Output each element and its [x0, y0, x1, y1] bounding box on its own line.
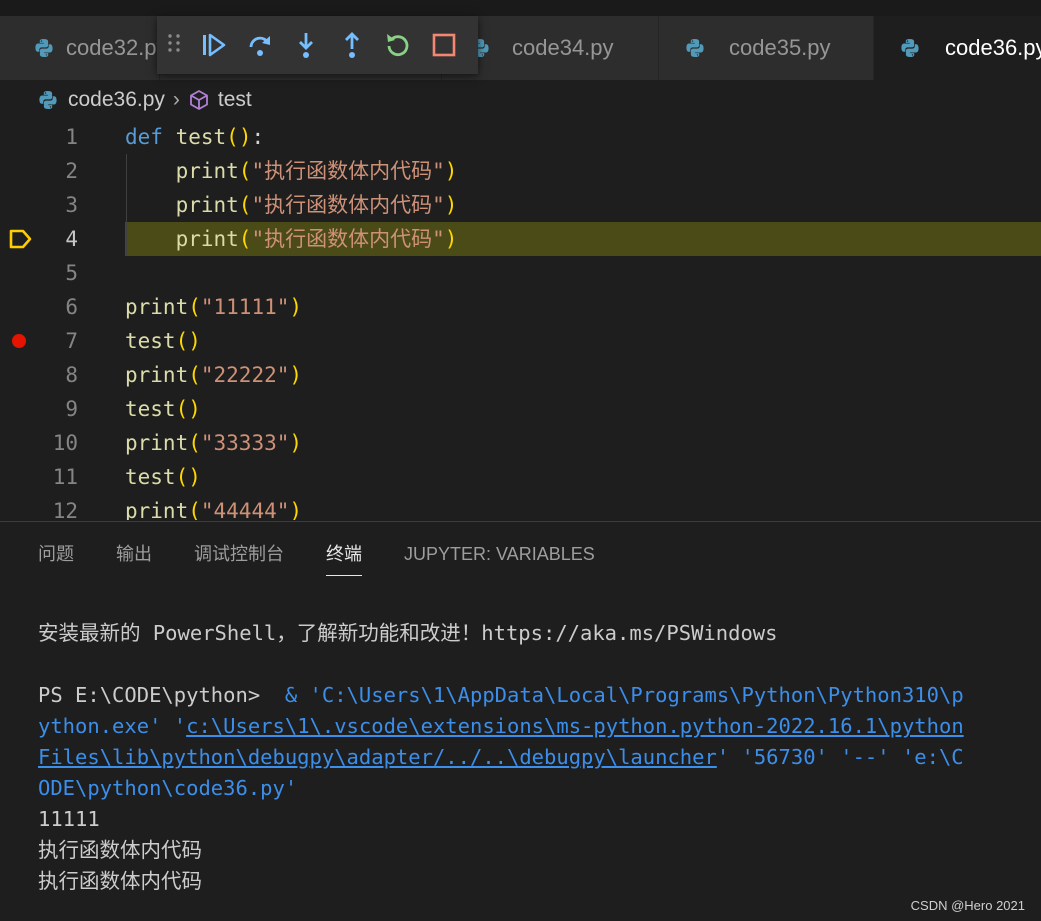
- python-file-icon: [901, 39, 919, 57]
- code-text[interactable]: def test():: [125, 120, 264, 154]
- code-line: 5: [0, 256, 1041, 290]
- code-text[interactable]: print("执行函数体内代码"): [125, 222, 458, 256]
- line-number[interactable]: 6: [0, 290, 78, 324]
- step-out-button[interactable]: [329, 22, 375, 68]
- step-into-icon: [299, 33, 313, 58]
- tab-jupyter-variables[interactable]: JUPYTER: VARIABLES: [404, 532, 595, 576]
- tab-code35[interactable]: code35.py: [659, 16, 874, 80]
- code-line: 3 print("执行函数体内代码"): [0, 188, 1041, 222]
- tab-code36[interactable]: code36.py: [874, 16, 1041, 80]
- terminal-command-line: ython.exe' 'c:\Users\1\.vscode\extension…: [38, 711, 1028, 742]
- terminal-command: & 'C:\Users\1\AppData\Local\Programs\Pyt…: [284, 683, 964, 707]
- step-over-button[interactable]: [237, 22, 283, 68]
- code-line-current: 4 print("执行函数体内代码"): [0, 222, 1041, 256]
- code-line: 8 print("22222"): [0, 358, 1041, 392]
- line-number[interactable]: 2: [0, 154, 78, 188]
- code-line: 2 print("执行函数体内代码"): [0, 154, 1041, 188]
- step-over-icon: [249, 36, 270, 56]
- line-number[interactable]: 10: [0, 426, 78, 460]
- code-line: 10 print("33333"): [0, 426, 1041, 460]
- code-text[interactable]: print("33333"): [125, 426, 302, 460]
- terminal-link[interactable]: Files\lib\python\debugpy\adapter/../..\d…: [38, 745, 717, 769]
- line-number[interactable]: 11: [0, 460, 78, 494]
- breadcrumb: code36.py › test: [38, 86, 252, 114]
- code-text[interactable]: print("11111"): [125, 290, 302, 324]
- terminal-output-line: 11111: [38, 807, 100, 831]
- continue-button[interactable]: [191, 22, 237, 68]
- drag-handle-icon[interactable]: [167, 33, 189, 58]
- bottom-panel: 问题 输出 调试控制台 终端 JUPYTER: VARIABLES 安装最新的 …: [0, 521, 1041, 921]
- line-number[interactable]: 9: [0, 392, 78, 426]
- code-text[interactable]: print("44444"): [125, 494, 302, 520]
- watermark: CSDN @Hero 2021: [910, 898, 1025, 913]
- code-text[interactable]: test(): [125, 324, 201, 358]
- tab-code32[interactable]: code32.py: [0, 16, 160, 80]
- terminal-link[interactable]: c:\Users\1\.vscode\extensions\ms-python.…: [186, 714, 964, 738]
- tab-label: code36.py: [945, 35, 1041, 60]
- line-number[interactable]: 7: [0, 324, 78, 358]
- code-text[interactable]: print("执行函数体内代码"): [125, 188, 458, 222]
- code-line: 12 print("44444"): [0, 494, 1041, 520]
- continue-icon: [203, 33, 226, 57]
- tab-output[interactable]: 输出: [116, 532, 152, 576]
- python-file-icon: [39, 91, 57, 109]
- line-number[interactable]: 1: [0, 120, 78, 154]
- code-text[interactable]: test(): [125, 392, 201, 426]
- chevron-right-icon: ›: [172, 88, 180, 111]
- terminal[interactable]: 安装最新的 PowerShell，了解新功能和改进！https://aka.ms…: [38, 618, 1028, 897]
- step-out-icon: [345, 32, 359, 58]
- terminal-output-line: 执行函数体内代码: [38, 869, 202, 893]
- tab-label: code32.py: [66, 35, 160, 60]
- stop-icon: [432, 33, 456, 57]
- python-file-icon: [35, 39, 53, 57]
- terminal-prompt: PS E:\CODE\python>: [38, 683, 273, 707]
- terminal-command: ython.exe' ': [38, 714, 187, 738]
- code-line: 9 test(): [0, 392, 1041, 426]
- panel-tabs: 问题 输出 调试控制台 终端 JUPYTER: VARIABLES: [38, 532, 637, 576]
- code-text[interactable]: print("22222"): [125, 358, 302, 392]
- line-number[interactable]: 4: [0, 222, 78, 256]
- code-line: 6 print("11111"): [0, 290, 1041, 324]
- restart-icon: [387, 34, 409, 57]
- restart-button[interactable]: [375, 22, 421, 68]
- tab-label: code35.py: [729, 35, 831, 60]
- terminal-output-line: 执行函数体内代码: [38, 838, 202, 862]
- tab-problems[interactable]: 问题: [38, 532, 74, 576]
- step-into-button[interactable]: [283, 22, 329, 68]
- tab-label: code34.py: [512, 35, 614, 60]
- line-number[interactable]: 8: [0, 358, 78, 392]
- stop-button[interactable]: [421, 22, 467, 68]
- code-line: 11 test(): [0, 460, 1041, 494]
- code-editor[interactable]: 1 def test(): 2 print("执行函数体内代码") 3 prin…: [0, 120, 1041, 520]
- code-text[interactable]: print("执行函数体内代码"): [125, 154, 458, 188]
- breadcrumb-file[interactable]: code36.py: [68, 88, 165, 112]
- breadcrumb-symbol[interactable]: test: [218, 88, 252, 112]
- debug-toolbar: [157, 16, 478, 74]
- code-text[interactable]: test(): [125, 460, 201, 494]
- terminal-command: ' '56730' '--' 'e:\C: [716, 745, 964, 769]
- terminal-banner: 安装最新的 PowerShell，了解新功能和改进！https://aka.ms…: [38, 621, 778, 645]
- indent-guide: [126, 154, 127, 256]
- terminal-command-line: ODE\python\code36.py': [38, 776, 298, 800]
- terminal-command-line: PS E:\CODE\python> & 'C:\Users\1\AppData…: [38, 680, 1028, 711]
- line-number[interactable]: 12: [0, 494, 78, 520]
- tab-debug-console[interactable]: 调试控制台: [194, 532, 284, 576]
- python-file-icon: [686, 39, 704, 57]
- code-line: 1 def test():: [0, 120, 1041, 154]
- tab-terminal[interactable]: 终端: [326, 532, 362, 576]
- code-line: 7 test(): [0, 324, 1041, 358]
- line-number[interactable]: 5: [0, 256, 78, 290]
- line-number[interactable]: 3: [0, 188, 78, 222]
- terminal-command-line: Files\lib\python\debugpy\adapter/../..\d…: [38, 742, 1028, 773]
- method-cube-icon: [190, 90, 208, 110]
- title-bar-strip: [0, 0, 1041, 16]
